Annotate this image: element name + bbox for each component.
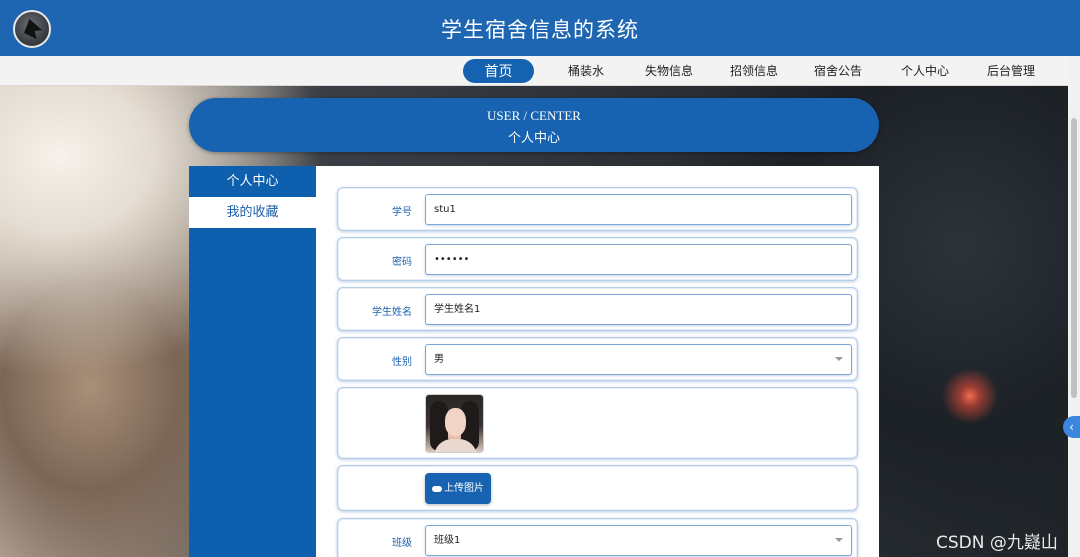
- nav-item-water[interactable]: 桶装水: [556, 56, 616, 86]
- chevron-down-icon: [835, 357, 843, 361]
- sidemenu-item-favorites[interactable]: 我的收藏: [189, 197, 316, 228]
- nav-item-admin[interactable]: 后台管理: [979, 56, 1043, 86]
- sidemenu-item-profile[interactable]: 个人中心: [189, 166, 316, 197]
- password-label: 密码: [392, 257, 412, 268]
- upload-image-button[interactable]: 上传图片: [425, 473, 491, 504]
- class-select[interactable]: 班级1: [425, 525, 852, 556]
- nav-item-home[interactable]: 首页: [463, 59, 534, 83]
- banner-title-en: USER / CENTER: [487, 108, 581, 123]
- upload-button-label: 上传图片: [444, 483, 484, 494]
- gender-label: 性别: [392, 357, 412, 368]
- form-row-upload: 上传图片: [337, 465, 858, 511]
- csdn-watermark: CSDN @九嶷山: [936, 533, 1058, 553]
- chevron-down-icon: [835, 538, 843, 542]
- form-row-student-id: 学号 stu1: [337, 187, 858, 231]
- student-id-label: 学号: [392, 207, 412, 218]
- page-banner: USER / CENTER 个人中心: [189, 98, 879, 152]
- avatar: [425, 394, 484, 453]
- form-row-class: 班级 班级1: [337, 518, 858, 557]
- form-row-gender: 性别 男: [337, 337, 858, 381]
- form-row-avatar: [337, 387, 858, 459]
- top-nav: 首页 桶装水 失物信息 招领信息 宿舍公告 个人中心 后台管理: [0, 56, 1080, 86]
- nav-item-notice[interactable]: 宿舍公告: [807, 56, 869, 86]
- scrollbar-thumb[interactable]: [1071, 118, 1077, 398]
- site-title: 学生宿舍信息的系统: [441, 18, 639, 42]
- banner-title-cn: 个人中心: [507, 131, 560, 146]
- cloud-upload-icon: [432, 486, 442, 492]
- chevron-left-icon[interactable]: ‹: [1063, 416, 1080, 438]
- name-label: 学生姓名: [372, 307, 412, 318]
- nav-item-profile[interactable]: 个人中心: [893, 56, 957, 86]
- side-menu: 个人中心 我的收藏: [189, 166, 316, 557]
- form-row-name: 学生姓名 学生姓名1: [337, 287, 858, 331]
- class-value: 班级1: [434, 535, 461, 546]
- student-id-field[interactable]: stu1: [425, 194, 852, 225]
- class-label: 班级: [392, 538, 412, 549]
- profile-form: 学号 stu1 密码 •••••• 学生姓名 学生姓名1 性别 男 上传图片 班…: [316, 166, 879, 557]
- app-header: 学生宿舍信息的系统: [0, 0, 1080, 56]
- page-scrollbar[interactable]: [1068, 56, 1080, 557]
- name-field[interactable]: 学生姓名1: [425, 294, 852, 325]
- gender-select[interactable]: 男: [425, 344, 852, 375]
- nav-item-lost[interactable]: 失物信息: [638, 56, 700, 86]
- form-row-password: 密码 ••••••: [337, 237, 858, 281]
- gender-value: 男: [434, 354, 444, 365]
- password-field[interactable]: ••••••: [425, 244, 852, 275]
- nav-item-found[interactable]: 招领信息: [723, 56, 785, 86]
